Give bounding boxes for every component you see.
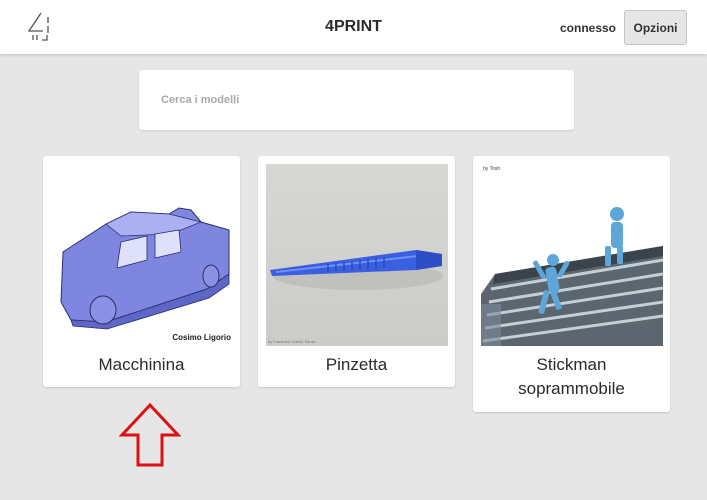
top-bar: 4PRINT connesso Opzioni [0, 0, 707, 54]
model-name: Pinzetta [325, 355, 388, 374]
model-thumbnail: by Fraderico Onerld Santa [266, 164, 448, 346]
model-name: Stickman soprammobile [518, 355, 625, 398]
tweezers-3d-model-icon [266, 164, 448, 346]
model-card-stickman[interactable]: by Tosh Stickman soprammobile [473, 156, 670, 412]
model-name: Macchinina [98, 355, 185, 374]
model-thumbnail: Cosimo Ligorio [51, 164, 233, 346]
model-credit: Cosimo Ligorio [172, 333, 231, 342]
model-credit: by Fraderico Onerld Santa [268, 339, 315, 344]
stickman-figures-photo-icon [481, 164, 663, 346]
options-button[interactable]: Opzioni [624, 10, 687, 45]
up-arrow-icon [119, 403, 181, 467]
model-credit: by Tosh [483, 166, 501, 172]
model-card-macchinina[interactable]: Cosimo Ligorio Macchinina [43, 156, 240, 387]
search-box [139, 70, 574, 130]
connection-status: connesso [560, 21, 617, 35]
model-card-pinzetta[interactable]: by Fraderico Onerld Santa Pinzetta [258, 156, 455, 387]
search-input[interactable] [161, 91, 551, 109]
model-thumbnail: by Tosh [481, 164, 663, 346]
toy-car-3d-model-icon [51, 164, 233, 346]
